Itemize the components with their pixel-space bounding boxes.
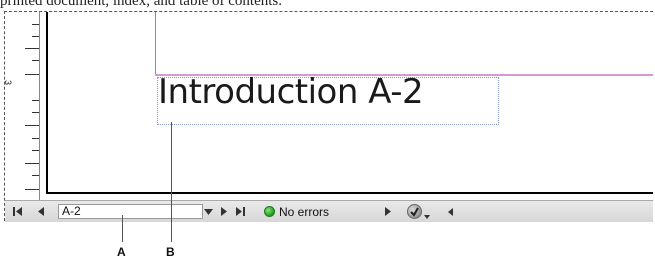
preflight-status-label: No errors xyxy=(279,204,330,219)
heading-text[interactable]: Introduction A-2 xyxy=(158,72,424,112)
margin-guide-vertical xyxy=(155,12,156,75)
ruler-tick xyxy=(32,100,39,101)
ruler-tick xyxy=(32,175,39,176)
page-edge-bottom xyxy=(46,192,653,194)
previous-page-icon[interactable] xyxy=(38,201,44,222)
preflight-status-icon xyxy=(264,201,275,222)
page-edge-left xyxy=(46,12,48,193)
figure-caption-fragment: printed document, index, and table of co… xyxy=(0,0,283,9)
callout-leader-b xyxy=(171,122,172,242)
status-bar: A-2 No errors xyxy=(5,200,653,222)
ruler-tick xyxy=(25,74,39,75)
preflight-dropdown-icon[interactable] xyxy=(424,206,430,227)
callout-label-a: A xyxy=(117,245,126,259)
ruler-tick xyxy=(25,163,39,164)
page-number-field[interactable]: A-2 xyxy=(58,204,203,219)
scroll-left-icon[interactable] xyxy=(448,201,453,222)
preflight-status-text[interactable]: No errors xyxy=(279,201,329,222)
ruler-tick xyxy=(32,138,39,139)
ruler-tick xyxy=(32,36,39,37)
ruler-tick xyxy=(25,189,39,190)
last-page-icon[interactable] xyxy=(236,201,245,222)
first-page-icon[interactable] xyxy=(13,201,22,222)
page-dropdown-icon[interactable] xyxy=(204,201,213,222)
ruler-number: 3 xyxy=(3,80,13,86)
next-page-icon[interactable] xyxy=(221,201,227,222)
ruler-tick xyxy=(32,150,39,151)
ruler-tick xyxy=(25,125,39,126)
preflight-panel-icon[interactable] xyxy=(407,201,422,222)
ruler-tick xyxy=(32,24,39,25)
callout-label-b: B xyxy=(166,245,175,259)
ruler-tick xyxy=(25,48,39,49)
vertical-ruler[interactable]: 3 xyxy=(3,12,40,200)
callout-leader-a xyxy=(122,215,123,242)
ruler-tick xyxy=(32,60,39,61)
preflight-menu-arrow-icon[interactable] xyxy=(385,201,391,222)
ruler-tick xyxy=(32,112,39,113)
